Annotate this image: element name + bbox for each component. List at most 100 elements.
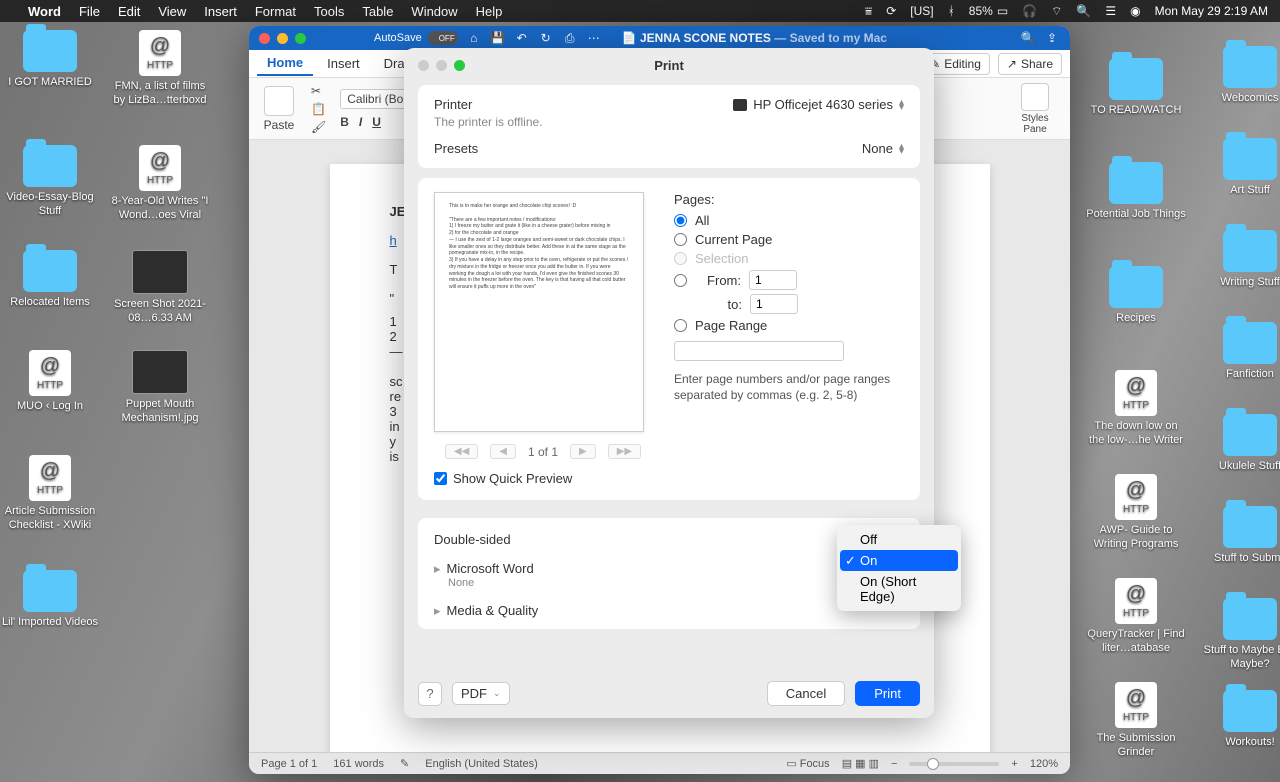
dropdown-on-short[interactable]: On (Short Edge) <box>840 571 958 607</box>
tab-insert[interactable]: Insert <box>317 52 370 75</box>
desktop-icon[interactable]: Stuff to Maybe Buy Maybe? <box>1200 598 1280 672</box>
bold-button[interactable]: B <box>340 115 349 129</box>
search-icon[interactable]: 🔍 <box>1020 31 1036 45</box>
redo-icon[interactable]: ↻ <box>538 31 554 45</box>
menu-window[interactable]: Window <box>411 4 457 19</box>
desktop-icon[interactable]: Workouts! <box>1200 690 1280 750</box>
desktop-icon[interactable]: Ukulele Stuff <box>1200 414 1280 474</box>
italic-button[interactable]: I <box>359 115 362 129</box>
dropdown-off[interactable]: Off <box>840 529 958 550</box>
menu-help[interactable]: Help <box>476 4 503 19</box>
presets-selector[interactable]: None ▴▾ <box>862 141 904 156</box>
minimize-traffic-light[interactable] <box>277 33 288 44</box>
dropdown-on[interactable]: On <box>840 550 958 571</box>
desktop-icon[interactable]: Screen Shot 2021-08…6.33 AM <box>110 250 210 326</box>
home-icon[interactable]: ⌂ <box>466 31 482 45</box>
desktop-icon[interactable]: Writing Stuff <box>1200 230 1280 290</box>
sheet-close[interactable] <box>418 60 429 71</box>
more-icon[interactable]: ⋯ <box>586 31 602 45</box>
share-icon[interactable]: ⇪ <box>1044 31 1060 45</box>
app-name[interactable]: Word <box>28 4 61 19</box>
input-source[interactable]: [US] <box>910 4 933 18</box>
pages-from-radio[interactable] <box>674 274 687 287</box>
status-page[interactable]: Page 1 of 1 <box>261 758 317 770</box>
desktop-icon[interactable]: HTTPThe Submission Grinder <box>1086 682 1186 760</box>
close-traffic-light[interactable] <box>259 33 270 44</box>
pages-range-input[interactable] <box>674 341 844 361</box>
cut-icon[interactable]: ✂ <box>311 84 326 98</box>
print-button[interactable]: Print <box>855 681 920 706</box>
undo-icon[interactable]: ↶ <box>514 31 530 45</box>
status-words[interactable]: 161 words <box>333 758 384 770</box>
clock[interactable]: Mon May 29 2:19 AM <box>1155 4 1268 18</box>
bluetooth-icon[interactable]: ᚼ <box>948 4 955 18</box>
dropbox-icon[interactable]: ⩸ <box>865 4 872 19</box>
autosave-toggle[interactable]: OFF <box>428 31 458 45</box>
desktop-icon[interactable]: HTTPThe down low on the low-…he Writer <box>1086 370 1186 448</box>
tab-home[interactable]: Home <box>257 51 313 76</box>
pages-to-input[interactable] <box>750 294 798 314</box>
desktop-icon[interactable]: Potential Job Things <box>1086 162 1186 222</box>
zoom-traffic-light[interactable] <box>295 33 306 44</box>
underline-button[interactable]: U <box>372 115 381 129</box>
ms-word-disclosure[interactable]: ▸Microsoft Word <box>434 561 904 577</box>
timemachine-icon[interactable]: ⟳ <box>886 4 896 18</box>
preview-prev[interactable]: ◀ <box>490 444 516 459</box>
spotlight-icon[interactable]: 🔍 <box>1076 4 1091 18</box>
preview-next[interactable]: ▶ <box>570 444 596 459</box>
menu-tools[interactable]: Tools <box>314 4 344 19</box>
media-quality-disclosure[interactable]: ▸Media & Quality <box>434 603 904 619</box>
wifi-icon[interactable]: ⌔ <box>1051 4 1062 19</box>
help-button[interactable]: ? <box>418 682 442 706</box>
desktop-icon[interactable]: Relocated Items <box>0 250 100 310</box>
desktop-icon[interactable]: Webcomics <box>1200 46 1280 106</box>
pages-current[interactable]: Current Page <box>674 232 904 247</box>
sheet-min[interactable] <box>436 60 447 71</box>
view-icons[interactable]: ▤ ▦ ▥ <box>842 757 879 770</box>
desktop-icon[interactable]: Art Stuff <box>1200 138 1280 198</box>
desktop-icon[interactable]: HTTP8-Year-Old Writes "I Wond…oes Viral <box>110 145 210 223</box>
desktop-icon[interactable]: TO READ/WATCH <box>1086 58 1186 118</box>
desktop-icon[interactable]: HTTPFMN, a list of films by LizBa…tterbo… <box>110 30 210 108</box>
desktop-icon[interactable]: Video-Essay-Blog Stuff <box>0 145 100 219</box>
menu-file[interactable]: File <box>79 4 100 19</box>
paste-button[interactable]: Paste <box>261 86 297 132</box>
menu-edit[interactable]: Edit <box>118 4 140 19</box>
desktop-icon[interactable]: Puppet Mouth Mechanism!.jpg <box>110 350 210 426</box>
styles-pane-button[interactable]: Styles Pane <box>1012 83 1058 135</box>
zoom-value[interactable]: 120% <box>1030 758 1058 770</box>
copy-icon[interactable]: 📋 <box>311 102 326 116</box>
desktop-icon[interactable]: Stuff to Submit <box>1200 506 1280 566</box>
desktop-icon[interactable]: Lil' Imported Videos <box>0 570 100 630</box>
menu-insert[interactable]: Insert <box>204 4 237 19</box>
desktop-icon[interactable]: HTTPMUO ‹ Log In <box>0 350 100 414</box>
siri-icon[interactable]: ◉ <box>1130 4 1140 18</box>
sheet-zoom[interactable] <box>454 60 465 71</box>
cancel-button[interactable]: Cancel <box>767 681 845 706</box>
pdf-menu[interactable]: PDF⌄ <box>452 682 510 705</box>
preview-last[interactable]: ▶▶ <box>608 444 641 459</box>
pages-all[interactable]: All <box>674 213 904 228</box>
desktop-icon[interactable]: Recipes <box>1086 266 1186 326</box>
desktop-icon[interactable]: I GOT MARRIED <box>0 30 100 90</box>
preview-first[interactable]: ◀◀ <box>445 444 478 459</box>
pages-range[interactable]: Page Range <box>674 318 904 333</box>
desktop-icon[interactable]: Fanfiction <box>1200 322 1280 382</box>
desktop-icon[interactable]: HTTPAWP- Guide to Writing Programs <box>1086 474 1186 552</box>
status-language[interactable]: English (United States) <box>425 758 538 770</box>
print-icon[interactable]: ⎙ <box>562 31 578 46</box>
pages-from-input[interactable] <box>749 270 797 290</box>
menu-table[interactable]: Table <box>362 4 393 19</box>
menu-view[interactable]: View <box>158 4 186 19</box>
control-center-icon[interactable]: ☰ <box>1105 4 1116 18</box>
doc-link[interactable]: h <box>390 233 397 248</box>
headphones-icon[interactable]: 🎧 <box>1022 4 1037 18</box>
printer-selector[interactable]: HP Officejet 4630 series ▴▾ <box>733 97 904 112</box>
desktop-icon[interactable]: HTTPQueryTracker | Find liter…atabase <box>1086 578 1186 656</box>
battery-status[interactable]: 85% ▭ <box>969 4 1008 18</box>
desktop-icon[interactable]: HTTPArticle Submission Checklist - XWiki <box>0 455 100 533</box>
menu-format[interactable]: Format <box>255 4 296 19</box>
zoom-slider[interactable] <box>909 762 999 766</box>
save-icon[interactable]: 💾 <box>490 31 506 45</box>
format-painter-icon[interactable]: 🖌 <box>311 120 326 134</box>
